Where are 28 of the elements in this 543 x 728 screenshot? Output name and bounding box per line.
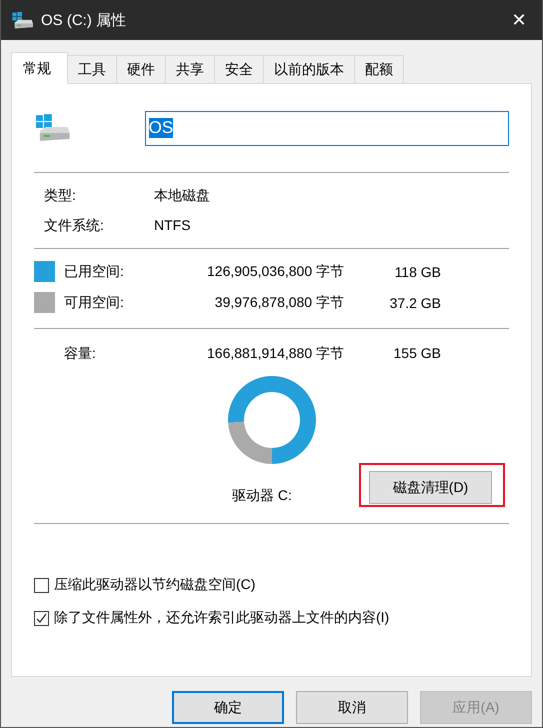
size-value: 37.2 GB: [388, 294, 441, 310]
checkbox[interactable]: [34, 610, 49, 626]
disk-cleanup-button[interactable]: 磁盘清理(D): [369, 471, 492, 504]
drive-icon: [34, 114, 70, 142]
tab[interactable]: 配额: [354, 55, 404, 83]
space-label: 已用空间:: [64, 262, 125, 280]
property-label: 文件系统:: [44, 217, 105, 235]
dialog-button[interactable]: 取消: [296, 691, 408, 724]
name-field[interactable]: OS: [144, 110, 509, 146]
size-value: 155 GB: [392, 345, 441, 363]
dialog-button[interactable]: 确定: [172, 691, 284, 724]
drive-icon: [11, 12, 33, 28]
close-button[interactable]: ✕: [496, 0, 542, 40]
byte-count: 39,976,878,080 字节: [214, 294, 344, 312]
tab[interactable]: 常规: [11, 52, 68, 84]
property-value: NTFS: [154, 217, 192, 235]
drive-label: 驱动器 C:: [232, 487, 292, 505]
checkbox-label: 除了文件属性外，还允许索引此驱动器上文件的内容(I): [54, 609, 390, 627]
size-value: 118 GB: [394, 264, 441, 280]
capacity-label: 容量:: [64, 345, 97, 363]
checkbox[interactable]: [34, 578, 49, 592]
property-label: 类型:: [44, 187, 77, 205]
byte-count: 126,905,036,800 字节: [206, 262, 344, 280]
byte-count: 166,881,914,880 字节: [206, 345, 344, 363]
checkbox-label: 压缩此驱动器以节约磁盘空间(C): [54, 576, 256, 594]
property-value: 本地磁盘: [154, 187, 211, 205]
space-label: 可用空间:: [64, 294, 125, 312]
window-title: OS (C:) 属性: [41, 10, 126, 30]
